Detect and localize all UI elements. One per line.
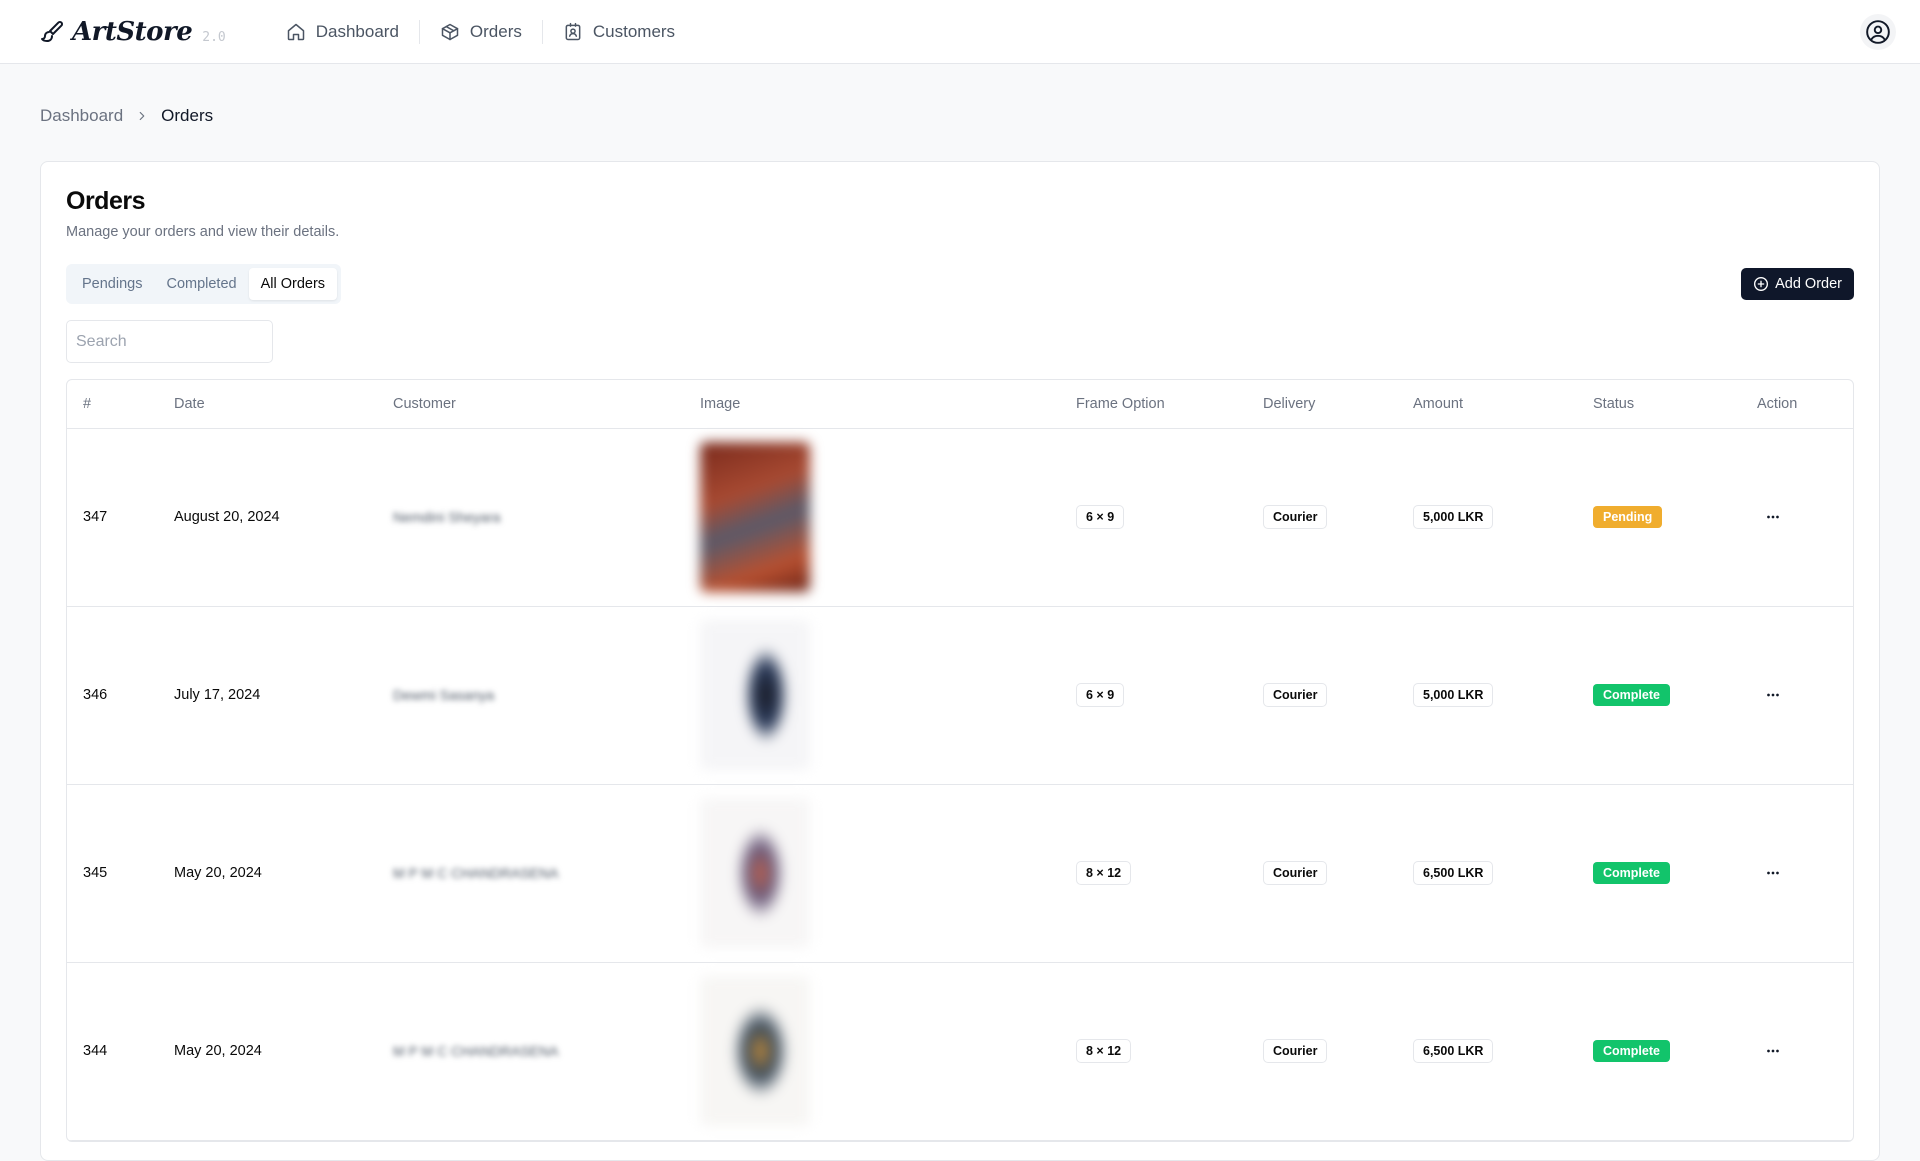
column-header: Frame Option bbox=[1060, 380, 1247, 429]
column-header: Image bbox=[684, 380, 1060, 429]
table-row[interactable]: 347 August 20, 2024 Nemdini Sheyara 6 × … bbox=[67, 428, 1853, 607]
status-badge: Complete bbox=[1593, 1040, 1670, 1062]
home-icon bbox=[287, 23, 304, 40]
customer-name: M P M C CHANDRASENA bbox=[393, 864, 559, 881]
column-header: Date bbox=[158, 380, 377, 429]
nav-item-label: Customers bbox=[592, 21, 676, 41]
orders-card: Orders Manage your orders and view their… bbox=[40, 161, 1880, 1161]
main-nav: Dashboard Orders Customers bbox=[266, 18, 695, 46]
nav-item-orders[interactable]: Orders bbox=[420, 18, 542, 46]
order-date: August 20, 2024 bbox=[158, 428, 377, 607]
column-header: Action bbox=[1741, 380, 1853, 429]
order-id: 347 bbox=[67, 428, 158, 607]
status-badge: Complete bbox=[1593, 684, 1670, 706]
breadcrumb-current: Orders bbox=[161, 106, 214, 125]
status-badge: Pending bbox=[1593, 506, 1663, 528]
tabs-toolbar-row: Pendings Completed All Orders Add Order bbox=[66, 264, 1854, 304]
orders-table: # Date Customer Image Frame Option Deliv… bbox=[66, 379, 1854, 1142]
order-id: 345 bbox=[67, 784, 158, 963]
column-header: Amount bbox=[1397, 380, 1577, 429]
row-actions-button[interactable] bbox=[1757, 501, 1789, 533]
customer-name: M P M C CHANDRASENA bbox=[393, 1042, 559, 1059]
frame-option-badge: 6 × 9 bbox=[1076, 683, 1125, 707]
more-horizontal-icon bbox=[1767, 515, 1779, 519]
column-header: Customer bbox=[377, 380, 684, 429]
more-horizontal-icon bbox=[1767, 693, 1779, 697]
order-id: 344 bbox=[67, 962, 158, 1141]
more-horizontal-icon bbox=[1767, 871, 1779, 875]
table-row[interactable]: 345 May 20, 2024 M P M C CHANDRASENA 8 ×… bbox=[67, 784, 1853, 963]
table-row[interactable]: 344 May 20, 2024 M P M C CHANDRASENA 8 ×… bbox=[67, 962, 1853, 1141]
table-row[interactable]: 346 July 17, 2024 Dewmi Sasanya 6 × 9 Co… bbox=[67, 606, 1853, 785]
breadcrumb: Dashboard Orders bbox=[0, 96, 1920, 136]
row-actions-button[interactable] bbox=[1757, 857, 1789, 889]
brand-logo[interactable]: ArtStore 2.0 bbox=[40, 17, 226, 47]
nav-item-customers[interactable]: Customers bbox=[543, 18, 695, 46]
order-image-thumbnail[interactable] bbox=[700, 620, 810, 770]
user-menu-button[interactable] bbox=[1860, 14, 1896, 50]
brand-version: 2.0 bbox=[202, 30, 226, 45]
more-horizontal-icon bbox=[1767, 1049, 1779, 1053]
row-actions-button[interactable] bbox=[1757, 1035, 1789, 1067]
order-image-thumbnail[interactable] bbox=[700, 798, 810, 948]
top-navbar: ArtStore 2.0 Dashboard Orders Customers bbox=[0, 0, 1920, 64]
add-order-button[interactable]: Add Order bbox=[1741, 268, 1854, 300]
tab-completed[interactable]: Completed bbox=[154, 268, 248, 300]
frame-option-badge: 8 × 12 bbox=[1076, 1039, 1132, 1063]
customer-name: Nemdini Sheyara bbox=[393, 508, 501, 525]
delivery-badge: Courier bbox=[1263, 861, 1328, 885]
delivery-badge: Courier bbox=[1263, 1039, 1328, 1063]
amount-badge: 5,000 LKR bbox=[1413, 683, 1494, 707]
amount-badge: 5,000 LKR bbox=[1413, 505, 1494, 529]
page-description: Manage your orders and view their detail… bbox=[66, 224, 340, 240]
column-header: Status bbox=[1577, 380, 1741, 429]
status-badge: Complete bbox=[1593, 862, 1670, 884]
package-icon bbox=[441, 23, 459, 40]
column-header: Delivery bbox=[1247, 380, 1397, 429]
order-filter-tabs: Pendings Completed All Orders bbox=[66, 264, 342, 304]
delivery-badge: Courier bbox=[1263, 505, 1328, 529]
user-circle-icon bbox=[1866, 20, 1890, 44]
nav-item-label: Orders bbox=[469, 21, 522, 41]
tab-pendings[interactable]: Pendings bbox=[70, 268, 154, 300]
order-image-thumbnail[interactable] bbox=[700, 442, 810, 592]
frame-option-badge: 8 × 12 bbox=[1076, 861, 1132, 885]
row-actions-button[interactable] bbox=[1757, 679, 1789, 711]
brand-name: ArtStore bbox=[72, 16, 193, 47]
nav-item-label: Dashboard bbox=[315, 21, 399, 41]
order-date: May 20, 2024 bbox=[158, 962, 377, 1141]
delivery-badge: Courier bbox=[1263, 683, 1328, 707]
table-header-row: # Date Customer Image Frame Option Deliv… bbox=[67, 380, 1853, 429]
amount-badge: 6,500 LKR bbox=[1413, 1039, 1494, 1063]
plus-circle-icon bbox=[1754, 277, 1769, 291]
tab-all-orders[interactable]: All Orders bbox=[248, 268, 338, 300]
chevron-right-icon bbox=[135, 109, 149, 123]
order-date: May 20, 2024 bbox=[158, 784, 377, 963]
contact-card-icon bbox=[565, 22, 581, 40]
paintbrush-icon bbox=[41, 20, 63, 42]
nav-item-dashboard[interactable]: Dashboard bbox=[266, 18, 419, 46]
amount-badge: 6,500 LKR bbox=[1413, 861, 1494, 885]
search-input[interactable] bbox=[66, 320, 273, 363]
frame-option-badge: 6 × 9 bbox=[1076, 505, 1125, 529]
breadcrumb-link-dashboard[interactable]: Dashboard bbox=[40, 106, 123, 126]
page-title: Orders bbox=[66, 187, 145, 215]
order-image-thumbnail[interactable] bbox=[700, 976, 810, 1126]
add-order-label: Add Order bbox=[1775, 276, 1842, 292]
order-id: 346 bbox=[67, 606, 158, 785]
order-date: July 17, 2024 bbox=[158, 606, 377, 785]
customer-name: Dewmi Sasanya bbox=[393, 686, 495, 703]
column-header: # bbox=[67, 380, 158, 429]
